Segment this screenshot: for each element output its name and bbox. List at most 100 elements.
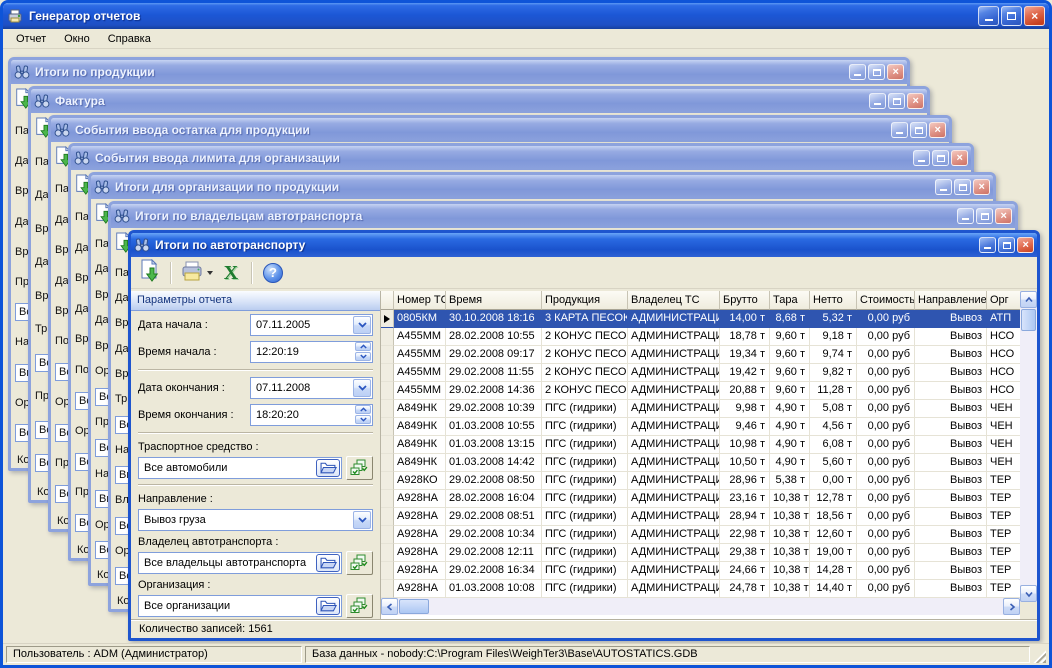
app-titlebar[interactable]: Генератор отчетов ×	[3, 3, 1049, 29]
child-minimize-button[interactable]	[913, 150, 930, 166]
column-header-4[interactable]: Владелец ТС	[628, 291, 720, 310]
vehicle-input[interactable]: Все автомобили	[138, 457, 342, 479]
table-row[interactable]: А928НА28.02.2008 16:04ПГС (гидрики)АДМИН…	[381, 490, 1020, 508]
child-maximize-button[interactable]	[868, 64, 885, 80]
child-titlebar[interactable]: Итоги для организации по продукции×	[91, 175, 993, 199]
spinner-down-icon[interactable]	[355, 415, 371, 424]
menu-item-window[interactable]: Окно	[55, 31, 99, 47]
chevron-down-icon[interactable]	[353, 316, 371, 334]
child-maximize-button[interactable]	[888, 93, 905, 109]
table-row[interactable]: А928КО29.02.2008 08:50ПГС (гидрики)АДМИН…	[381, 472, 1020, 490]
table-row[interactable]: 0805КМ30.10.2008 18:163 КАРТА ПЕСОКАДМИН…	[381, 310, 1020, 328]
table-row[interactable]: А455ММ29.02.2008 14:362 КОНУС ПЕСОКАДМИН…	[381, 382, 1020, 400]
time-spinner[interactable]	[355, 405, 371, 425]
chevron-down-icon[interactable]	[353, 379, 371, 397]
table-row[interactable]: А928НА29.02.2008 08:51ПГС (гидрики)АДМИН…	[381, 508, 1020, 526]
vertical-scroll-track[interactable]	[1020, 332, 1037, 585]
end-time-input[interactable]: 18:20:20	[250, 404, 373, 426]
multi-select-button[interactable]	[346, 594, 373, 618]
child-minimize-button[interactable]	[849, 64, 866, 80]
child-maximize-button[interactable]	[976, 208, 993, 224]
child-minimize-button[interactable]	[935, 179, 952, 195]
child-maximize-button[interactable]	[910, 122, 927, 138]
minimize-button[interactable]	[978, 6, 999, 26]
column-header-8[interactable]: Стоимость	[857, 291, 915, 310]
open-folder-button[interactable]	[316, 459, 340, 477]
time-spinner[interactable]	[355, 342, 371, 362]
open-folder-button[interactable]	[316, 554, 340, 572]
child-titlebar[interactable]: События ввода лимита для организации×	[71, 146, 971, 170]
table-row[interactable]: А849НК01.03.2008 10:55ПГС (гидрики)АДМИН…	[381, 418, 1020, 436]
print-button[interactable]	[177, 259, 216, 286]
table-row[interactable]: А928НА29.02.2008 16:34ПГС (гидрики)АДМИН…	[381, 562, 1020, 580]
table-row[interactable]: А928НА01.03.2008 10:08ПГС (гидрики)АДМИН…	[381, 580, 1020, 598]
horizontal-scrollbar[interactable]	[381, 598, 1020, 615]
end-date-input[interactable]: 07.11.2008	[250, 377, 373, 399]
help-button[interactable]: ?	[258, 259, 288, 286]
spinner-up-icon[interactable]	[355, 405, 371, 414]
child-maximize-button[interactable]	[932, 150, 949, 166]
horizontal-scroll-thumb[interactable]	[399, 599, 429, 614]
column-header-5[interactable]: Брутто	[720, 291, 770, 310]
column-header-6[interactable]: Тара	[770, 291, 810, 310]
table-row[interactable]: А928НА29.02.2008 10:34ПГС (гидрики)АДМИН…	[381, 526, 1020, 544]
organization-input[interactable]: Все организации	[138, 595, 342, 617]
table-row[interactable]: А849НК01.03.2008 13:15ПГС (гидрики)АДМИН…	[381, 436, 1020, 454]
active-window-titlebar[interactable]: Итоги по автотранспорту ×	[131, 233, 1037, 257]
child-maximize-button[interactable]	[954, 179, 971, 195]
column-header-10[interactable]: Орг	[987, 291, 1020, 310]
table-row[interactable]: А455ММ29.02.2008 09:172 КОНУС ПЕСОКАДМИН…	[381, 346, 1020, 364]
child-maximize-button[interactable]	[998, 237, 1015, 253]
child-minimize-button[interactable]	[869, 93, 886, 109]
child-titlebar[interactable]: Итоги по продукции×	[11, 60, 907, 84]
resize-grip[interactable]	[1033, 650, 1046, 663]
child-close-button[interactable]: ×	[907, 93, 924, 109]
vertical-scroll-thumb[interactable]	[1021, 309, 1036, 331]
child-close-button[interactable]: ×	[1017, 237, 1034, 253]
child-close-button[interactable]: ×	[995, 208, 1012, 224]
child-minimize-button[interactable]	[957, 208, 974, 224]
multi-select-button[interactable]	[346, 551, 373, 575]
open-folder-button[interactable]	[316, 597, 340, 615]
menu-item-help[interactable]: Справка	[99, 31, 160, 47]
table-row[interactable]: А849НК29.02.2008 10:39ПГС (гидрики)АДМИН…	[381, 400, 1020, 418]
scroll-right-button[interactable]	[1003, 598, 1020, 615]
child-minimize-button[interactable]	[891, 122, 908, 138]
vertical-scrollbar[interactable]	[1020, 291, 1037, 619]
child-close-button[interactable]: ×	[951, 150, 968, 166]
chevron-down-icon[interactable]	[353, 511, 371, 529]
table-row[interactable]: А928НА29.02.2008 12:11ПГС (гидрики)АДМИН…	[381, 544, 1020, 562]
scroll-left-button[interactable]	[381, 598, 398, 615]
start-time-input[interactable]: 12:20:19	[250, 341, 373, 363]
horizontal-scroll-track[interactable]	[430, 598, 1003, 615]
child-titlebar[interactable]: Итоги по владельцам автотранспорта×	[111, 204, 1015, 228]
table-row[interactable]: А455ММ28.02.2008 10:552 КОНУС ПЕСОКАДМИН…	[381, 328, 1020, 346]
child-close-button[interactable]: ×	[973, 179, 990, 195]
column-header-3[interactable]: Продукция	[542, 291, 628, 310]
close-button[interactable]: ×	[1024, 6, 1045, 26]
child-titlebar[interactable]: События ввода остатка для продукции×	[51, 118, 949, 142]
excel-export-button[interactable]: X	[216, 259, 246, 286]
maximize-button[interactable]	[1001, 6, 1022, 26]
print-dropdown-arrow-icon[interactable]	[207, 271, 213, 275]
table-row[interactable]: А455ММ29.02.2008 11:552 КОНУС ПЕСОКАДМИН…	[381, 364, 1020, 382]
spinner-up-icon[interactable]	[355, 342, 371, 351]
report-window-auto-totals[interactable]: Итоги по автотранспорту × X	[128, 230, 1040, 641]
scroll-down-button[interactable]	[1020, 585, 1037, 602]
multi-select-button[interactable]	[346, 456, 373, 480]
child-close-button[interactable]: ×	[929, 122, 946, 138]
column-header-2[interactable]: Время	[446, 291, 542, 310]
menu-item-report[interactable]: Отчет	[7, 31, 55, 47]
owner-input[interactable]: Все владельцы автотранспорта	[138, 552, 342, 574]
direction-input[interactable]: Вывоз груза	[138, 509, 373, 531]
scroll-up-button[interactable]	[1020, 291, 1037, 308]
child-minimize-button[interactable]	[979, 237, 996, 253]
table-row[interactable]: А849НК01.03.2008 14:42ПГС (гидрики)АДМИН…	[381, 454, 1020, 472]
column-header-9[interactable]: Направление	[915, 291, 987, 310]
child-titlebar[interactable]: Фактура×	[31, 89, 927, 113]
build-report-button[interactable]	[135, 259, 165, 286]
spinner-down-icon[interactable]	[355, 352, 371, 361]
start-date-input[interactable]: 07.11.2005	[250, 314, 373, 336]
child-close-button[interactable]: ×	[887, 64, 904, 80]
column-header-7[interactable]: Нетто	[810, 291, 857, 310]
